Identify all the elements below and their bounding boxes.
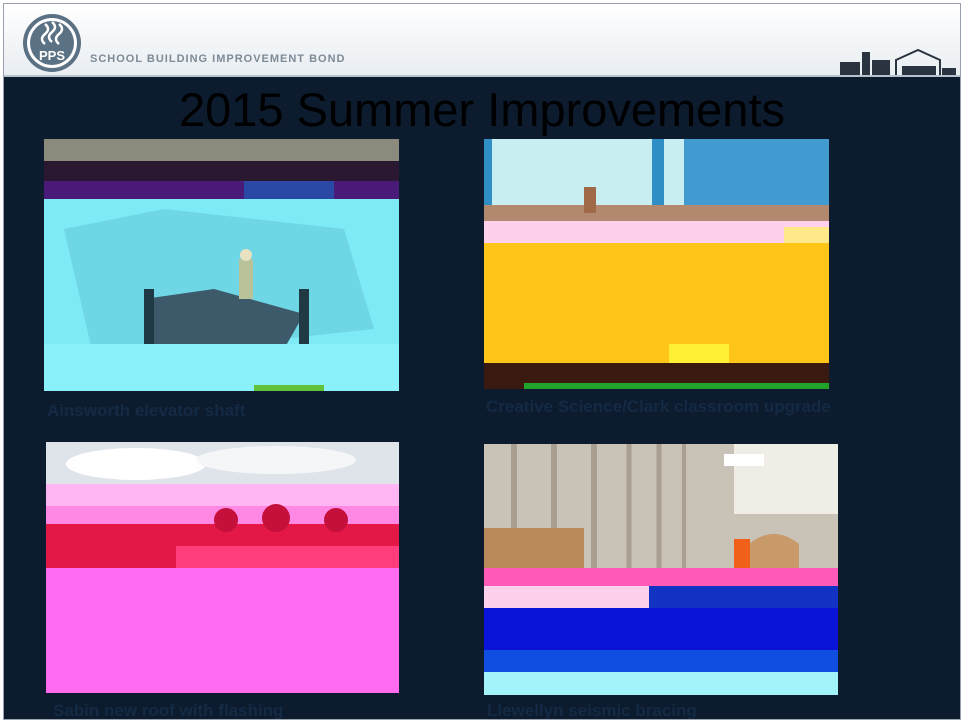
photo-llewellyn-image (484, 444, 838, 695)
photo-llewellyn (484, 444, 838, 695)
photo-caption: Sabin new roof with flashing (53, 701, 284, 720)
photo-caption: Ainsworth elevator shaft (47, 401, 246, 420)
bond-label: SCHOOL BUILDING IMPROVEMENT BOND (90, 53, 346, 65)
photo-sabin-image (46, 442, 399, 693)
photo-creative-science-image (484, 139, 829, 389)
logo-text: PPS (39, 48, 65, 63)
photo-caption: Llewellyn seismic bracing (487, 701, 697, 720)
slide: PPS SCHOOL BUILDING IMPROVEMENT BOND 201… (3, 3, 961, 720)
pps-logo: PPS (21, 12, 83, 74)
photo-ainsworth (44, 139, 399, 391)
photo-creative-science (484, 139, 829, 389)
photo-ainsworth-image (44, 139, 399, 391)
header-band (4, 4, 960, 76)
photo-sabin (46, 442, 399, 693)
photo-caption: Creative Science/Clark classroom upgrade (486, 397, 831, 416)
building-skyline-icon (840, 48, 956, 77)
slide-title: 2015 Summer Improvements (178, 83, 786, 136)
header-rule (4, 75, 960, 77)
